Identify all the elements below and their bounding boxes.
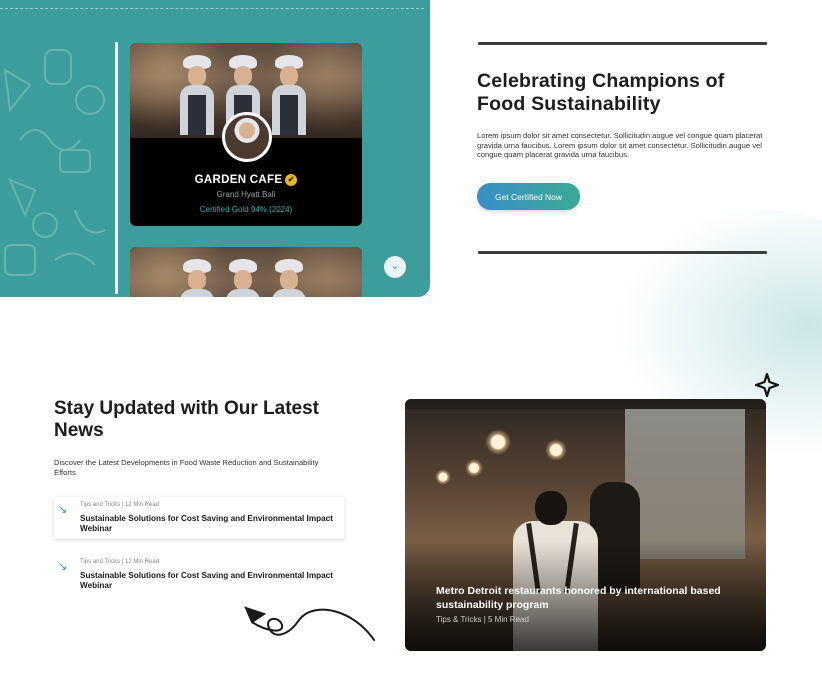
sparkle-icon <box>754 372 780 398</box>
champions-title: Celebrating Champions of Food Sustainabi… <box>477 70 725 115</box>
timeline-line <box>115 42 118 294</box>
chef-figure <box>180 259 214 297</box>
news-item-meta: Tips and Tricks | 12 Min Read <box>80 559 160 565</box>
champion-location: Grand Hyatt Bali <box>216 190 276 199</box>
arrow-down-right-icon: ↘ <box>58 504 68 516</box>
divider-bottom <box>478 251 767 254</box>
chef-figure <box>226 259 260 297</box>
arrow-down-right-icon: ↘ <box>58 561 68 573</box>
lamp-light <box>465 459 483 477</box>
featured-news-title: Metro Detroit restaurants honored by int… <box>436 585 721 611</box>
lamp-light <box>545 439 567 461</box>
dashed-divider <box>0 8 424 9</box>
news-list-item[interactable]: ↘ Tips and Tricks | 12 Min Read Sustaina… <box>54 554 344 596</box>
champions-carousel-panel: GARDEN CAFE ✔ Grand Hyatt Bali Certified … <box>0 0 430 297</box>
news-title: Stay Updated with Our Latest News <box>54 398 319 441</box>
chevron-down-icon[interactable]: ⌄ <box>384 256 406 278</box>
news-item-title: Sustainable Solutions for Cost Saving an… <box>80 571 333 590</box>
chef-figure <box>180 55 214 135</box>
chef-figure <box>272 259 306 297</box>
curly-arrow-icon <box>244 606 375 641</box>
champion-certification: Certified Gold 94% (2024) <box>199 205 293 214</box>
food-doodle-pattern <box>3 49 106 276</box>
champion-card-next[interactable] <box>130 247 362 297</box>
chef-figure <box>272 55 306 135</box>
verified-badge-icon: ✔ <box>285 174 298 186</box>
featured-news-card[interactable]: Metro Detroit restaurants honored by int… <box>405 399 766 651</box>
champions-body: Lorem ipsum dolor sit amet consectetur. … <box>477 131 763 160</box>
news-description: Discover the Latest Developments in Food… <box>54 458 319 477</box>
champion-card[interactable]: GARDEN CAFE ✔ Grand Hyatt Bali Certified … <box>130 43 362 226</box>
get-certified-button[interactable]: Get Certified Now <box>477 183 580 210</box>
divider-top <box>478 42 767 45</box>
lamp-light <box>435 469 451 485</box>
champion-avatar <box>222 112 272 162</box>
champion-name-row: GARDEN CAFE ✔ <box>130 174 362 186</box>
featured-news-meta: Tips & Tricks | 5 Min Read <box>436 615 529 624</box>
news-item-meta: Tips and Tricks | 12 Min Read <box>80 502 160 508</box>
cafe-window <box>625 409 745 559</box>
champion-name: GARDEN CAFE <box>194 174 283 187</box>
news-item-title: Sustainable Solutions for Cost Saving an… <box>80 514 333 533</box>
lamp-light <box>485 429 511 455</box>
chefs-photo <box>130 247 362 297</box>
page: GARDEN CAFE ✔ Grand Hyatt Bali Certified … <box>0 0 822 696</box>
news-list-item[interactable]: ↘ Tips and Tricks | 12 Min Read Sustaina… <box>54 497 344 539</box>
